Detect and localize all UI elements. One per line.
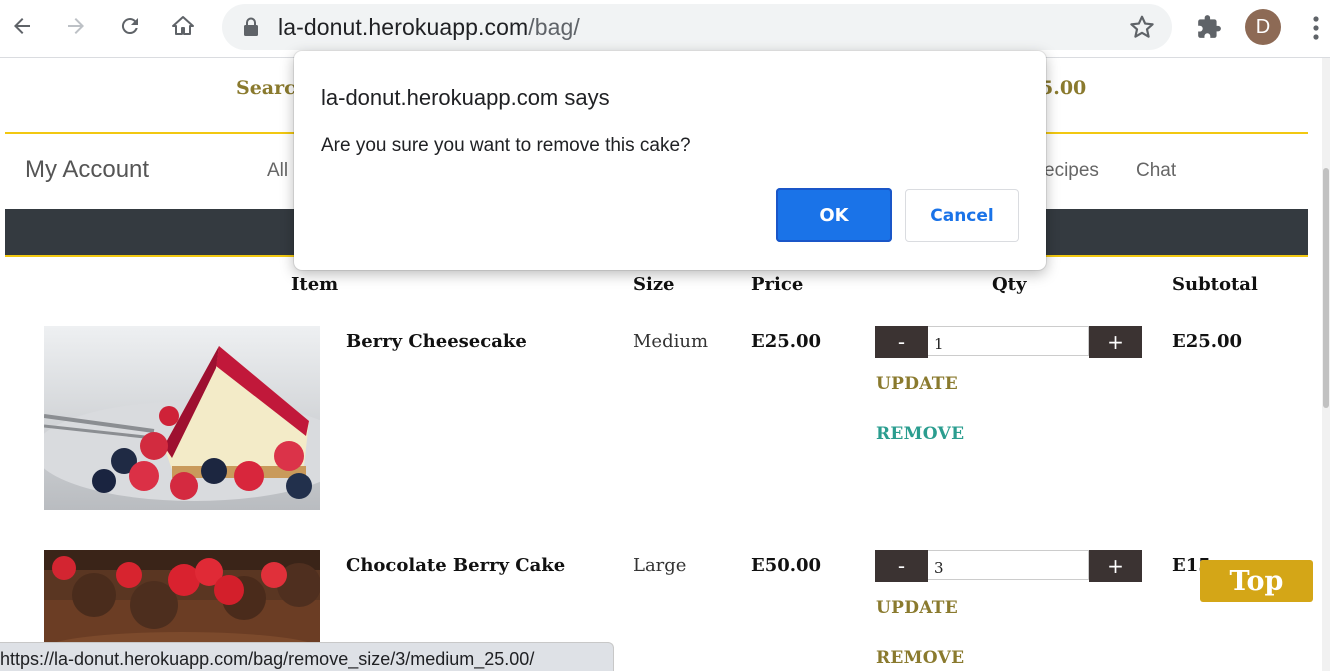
reload-icon[interactable] (112, 8, 148, 44)
header-subtotal: Subtotal (1172, 274, 1258, 295)
scrollbar[interactable] (1322, 58, 1330, 671)
product-size: Medium (633, 331, 709, 352)
product-price: E50.00 (751, 555, 822, 576)
nav-item-recipes[interactable]: ecipes (1044, 160, 1099, 182)
product-size: Large (633, 555, 687, 576)
url-text: la-donut.herokuapp.com/bag/ (278, 14, 580, 40)
product-subtotal: E25.00 (1172, 331, 1243, 352)
decrement-button[interactable]: - (875, 550, 928, 582)
header-price: Price (751, 274, 804, 295)
scrollbar-thumb[interactable] (1323, 168, 1329, 408)
browser-toolbar: la-donut.herokuapp.com/bag/ D (0, 0, 1330, 58)
dialog-message: Are you sure you want to remove this cak… (321, 135, 691, 156)
bag-total[interactable]: 5.00 (1040, 77, 1086, 99)
header-item: Item (291, 274, 339, 295)
header-size: Size (633, 274, 675, 295)
quantity-input[interactable]: 3 (918, 550, 1089, 580)
extensions-icon[interactable] (1196, 14, 1222, 40)
product-image-berry-cheesecake[interactable] (44, 326, 320, 510)
forward-icon[interactable] (58, 8, 94, 44)
back-icon[interactable] (4, 8, 40, 44)
my-account-link[interactable]: My Account (25, 156, 149, 184)
decrement-button[interactable]: - (875, 326, 928, 358)
quantity-stepper: 3 - + (875, 550, 1142, 582)
update-link[interactable]: UPDATE (876, 598, 958, 618)
product-name: Chocolate Berry Cake (346, 555, 566, 576)
home-icon[interactable] (165, 8, 201, 44)
remove-link[interactable]: REMOVE (876, 648, 964, 668)
nav-item-all[interactable]: All (267, 160, 288, 182)
cancel-button[interactable]: Cancel (905, 189, 1019, 242)
more-menu-icon[interactable] (1306, 14, 1326, 42)
product-name: Berry Cheesecake (346, 331, 527, 352)
back-to-top-button[interactable]: Top (1200, 560, 1313, 602)
link-status-bar: https://la-donut.herokuapp.com/bag/remov… (0, 642, 614, 671)
update-link[interactable]: UPDATE (876, 374, 958, 394)
nav-item-chat[interactable]: Chat (1136, 160, 1176, 182)
address-bar[interactable]: la-donut.herokuapp.com/bag/ (222, 4, 1172, 50)
increment-button[interactable]: + (1089, 326, 1142, 358)
dialog-title: la-donut.herokuapp.com says (321, 85, 610, 110)
lock-icon (244, 17, 258, 36)
remove-link[interactable]: REMOVE (876, 424, 964, 444)
profile-avatar[interactable]: D (1245, 9, 1281, 45)
header-qty: Qty (992, 274, 1027, 295)
ok-button[interactable]: OK (776, 188, 892, 242)
quantity-stepper: 1 - + (875, 326, 1142, 358)
confirm-dialog: la-donut.herokuapp.com says Are you sure… (294, 51, 1046, 270)
increment-button[interactable]: + (1089, 550, 1142, 582)
quantity-input[interactable]: 1 (918, 326, 1089, 356)
bookmark-star-icon[interactable] (1129, 14, 1155, 40)
product-price: E25.00 (751, 331, 822, 352)
